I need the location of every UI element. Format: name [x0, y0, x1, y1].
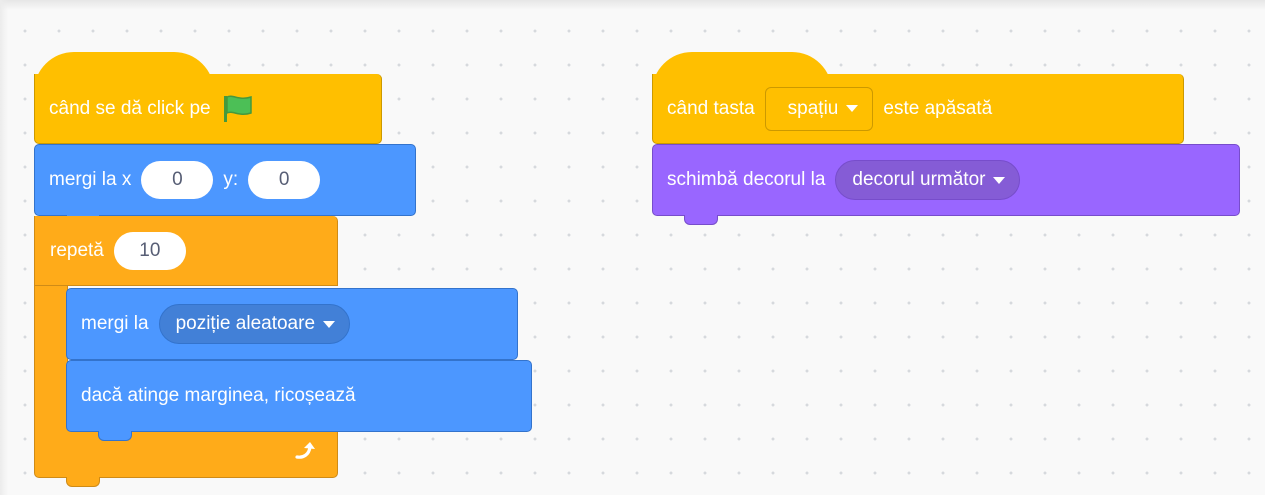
go-to-target-dropdown[interactable]: poziție aleatoare [158, 304, 351, 344]
backdrop-option: decorul următor [852, 169, 986, 190]
go-to-x-label: mergi la x [49, 169, 132, 190]
switch-backdrop-label: schimbă decorul la [667, 169, 826, 190]
key-dropdown[interactable]: spațiu [764, 86, 874, 131]
repeat-arm [34, 285, 68, 435]
when-flag-label: când se dă click pe [49, 97, 211, 119]
x-value-input[interactable]: 0 [141, 161, 214, 199]
when-key-label: când tasta [667, 97, 755, 119]
go-to-target-block[interactable]: mergi la poziție aleatoare [66, 288, 518, 360]
go-to-y-label: y: [223, 169, 239, 190]
go-to-label: mergi la [81, 313, 149, 334]
when-key-pressed-block[interactable]: când tasta spațiu este apăsată [652, 74, 1184, 144]
go-to-target-option: poziție aleatoare [175, 313, 316, 334]
chevron-down-icon [993, 176, 1006, 184]
block-notch [684, 215, 718, 225]
chevron-down-icon [323, 320, 336, 328]
workspace-top-edge [0, 0, 1265, 10]
repeat-count-input[interactable]: 10 [113, 232, 186, 270]
repeat-label: repetă [50, 240, 104, 261]
go-to-xy-block[interactable]: mergi la x 0 y: 0 [34, 144, 416, 216]
workspace-left-edge [0, 0, 8, 495]
bounce-on-edge-block[interactable]: dacă atinge marginea, ricoșează [66, 360, 532, 432]
bounce-label: dacă atinge marginea, ricoșează [81, 385, 356, 406]
block-notch [98, 431, 132, 441]
key-option: spațiu [787, 97, 839, 119]
when-flag-clicked-block[interactable]: când se dă click pe [34, 74, 382, 144]
when-key-suffix: este apăsată [883, 97, 993, 119]
loop-arrow-icon [293, 439, 319, 468]
block-notch [66, 477, 100, 487]
green-flag-icon [221, 94, 255, 124]
repeat-footer [34, 430, 338, 478]
switch-backdrop-block[interactable]: schimbă decorul la decorul următor [652, 144, 1240, 216]
chevron-down-icon [846, 105, 859, 112]
backdrop-dropdown[interactable]: decorul următor [835, 160, 1021, 200]
y-value-input[interactable]: 0 [248, 161, 321, 199]
repeat-header: repetă 10 [34, 216, 186, 286]
